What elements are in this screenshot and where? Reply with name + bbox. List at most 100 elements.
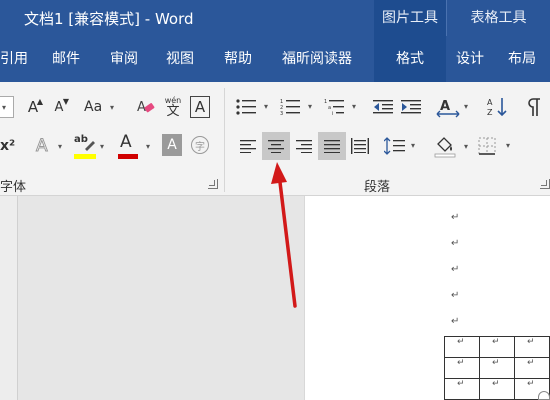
enclose-characters-button[interactable]: 字: [190, 134, 210, 156]
svg-text:3: 3: [280, 111, 283, 116]
svg-text:A: A: [440, 99, 450, 114]
tab-review[interactable]: 审阅: [110, 36, 138, 82]
table-row: ↵ ↵ ↵: [444, 378, 550, 400]
shrink-font-button[interactable]: A ▼: [48, 94, 70, 120]
eraser-icon: A: [137, 100, 155, 115]
highlight-color-button[interactable]: ab ▾: [72, 132, 106, 160]
bullet-list-icon: [236, 99, 256, 115]
grow-font-button[interactable]: A ▲: [22, 94, 44, 120]
enclose-characters-icon: 字: [191, 136, 209, 154]
paragraph-dialog-launcher[interactable]: [540, 179, 550, 189]
text-effects-icon: A: [36, 136, 49, 157]
justify-icon: [324, 140, 340, 153]
line-spacing-button[interactable]: ▾: [384, 134, 420, 158]
table-cell[interactable]: ↵: [479, 336, 515, 358]
character-shading-icon: A: [167, 137, 177, 153]
table-cell[interactable]: ↵: [479, 378, 515, 400]
align-left-icon: [240, 140, 256, 153]
context-group-table-tools: 表格工具: [446, 0, 550, 36]
table-row: ↵ ↵ ↵: [444, 336, 550, 358]
clear-formatting-button[interactable]: A: [134, 94, 158, 120]
chinese-layout-button[interactable]: A ▾: [436, 94, 472, 120]
table-cell[interactable]: ↵: [479, 357, 515, 379]
tab-layout[interactable]: 布局: [494, 36, 550, 82]
shading-button[interactable]: ▾: [434, 132, 474, 160]
font-color-bar: [118, 154, 138, 159]
tab-mailings[interactable]: 邮件: [52, 36, 80, 82]
align-center-icon: [268, 140, 284, 153]
justify-button[interactable]: [318, 132, 346, 160]
character-shading-button[interactable]: A: [162, 134, 182, 156]
sort-button[interactable]: AZ: [486, 94, 510, 120]
phonetic-guide-icon: 文: [166, 103, 180, 119]
table-cell[interactable]: ↵: [444, 357, 480, 379]
tab-references[interactable]: 引用: [0, 36, 28, 82]
decrease-indent-button[interactable]: [372, 96, 394, 118]
character-border-button[interactable]: A: [190, 96, 210, 118]
highlight-color-bar: [74, 154, 96, 159]
paint-bucket-icon: [434, 137, 456, 158]
table-row: ↵ ↵ ↵: [444, 357, 550, 379]
change-case-icon: Aa: [84, 99, 103, 115]
table-resize-handle[interactable]: [538, 391, 550, 400]
paragraph-mark: ↵: [451, 238, 460, 249]
sort-icon: AZ: [487, 98, 507, 117]
character-border-icon: A: [194, 98, 206, 116]
group-separator: [224, 88, 225, 192]
increase-indent-icon: [401, 100, 421, 114]
ribbon: ▾ A ▲ A ▼ Aa ▾ A wén 文 A x² A ▾ ab ▾ A ▾ A 字…: [0, 82, 550, 196]
paragraph-mark: ↵: [451, 264, 460, 275]
context-group-picture-tools: 图片工具: [374, 0, 446, 36]
window-title: 文档1 [兼容模式] - Word: [24, 10, 194, 28]
multilevel-list-button[interactable]: 1ai ▾: [324, 96, 360, 118]
paragraph-group-label: 段落: [364, 180, 391, 195]
tab-help[interactable]: 帮助: [224, 36, 252, 82]
svg-text:a: a: [328, 105, 331, 111]
tab-view[interactable]: 视图: [166, 36, 194, 82]
tab-design[interactable]: 设计: [446, 36, 494, 82]
tab-format[interactable]: 格式: [374, 36, 446, 82]
change-case-button[interactable]: Aa ▾: [84, 94, 118, 120]
distributed-icon: [351, 138, 369, 154]
distributed-button[interactable]: [348, 134, 372, 158]
navigation-pane: [0, 196, 18, 400]
show-formatting-marks-button[interactable]: [524, 94, 544, 120]
align-right-button[interactable]: [292, 134, 316, 158]
font-size-box[interactable]: ▾: [0, 96, 14, 118]
svg-text:Z: Z: [487, 108, 493, 117]
numbered-list-icon: 123: [280, 99, 300, 116]
table-cell[interactable]: ↵: [444, 336, 480, 358]
chinese-layout-icon: A: [436, 99, 460, 118]
font-dialog-launcher[interactable]: [208, 179, 218, 189]
table-cell[interactable]: ↵: [514, 357, 550, 379]
decrease-indent-icon: [373, 100, 393, 114]
borders-button[interactable]: ▾: [478, 134, 518, 158]
superscript-button[interactable]: x²: [0, 134, 18, 158]
document-table[interactable]: ↵ ↵ ↵ ↵ ↵ ↵ ↵ ↵ ↵: [444, 336, 550, 400]
multilevel-list-icon: 1ai: [324, 99, 344, 116]
table-cell[interactable]: ↵: [514, 336, 550, 358]
paragraph-mark: ↵: [451, 290, 460, 301]
bullets-button[interactable]: ▾: [236, 96, 272, 118]
ribbon-tabs: 引用 邮件 审阅 视图 帮助 福昕阅读器 格式 设计 布局: [0, 36, 550, 82]
align-left-button[interactable]: [236, 134, 260, 158]
table-cell[interactable]: ↵: [444, 378, 480, 400]
borders-icon: [478, 137, 496, 155]
tab-foxit-reader[interactable]: 福昕阅读器: [282, 36, 352, 82]
increase-indent-button[interactable]: [400, 96, 422, 118]
font-color-icon: A: [120, 132, 132, 152]
svg-text:i: i: [332, 111, 333, 116]
phonetic-guide-button[interactable]: wén 文: [162, 92, 184, 122]
font-color-button[interactable]: A ▾: [116, 132, 152, 160]
font-group-label: 字体: [0, 180, 27, 195]
svg-text:A: A: [487, 98, 493, 107]
marker-tip-icon: [85, 141, 95, 151]
line-spacing-icon: [384, 137, 405, 155]
text-effects-button[interactable]: A ▾: [36, 134, 68, 158]
paragraph-mark: ↵: [451, 316, 460, 327]
svg-text:1: 1: [324, 99, 327, 105]
numbering-button[interactable]: 123 ▾: [280, 96, 316, 118]
superscript-icon: x²: [0, 138, 16, 154]
center-align-button[interactable]: [262, 132, 290, 160]
align-right-icon: [296, 140, 312, 153]
